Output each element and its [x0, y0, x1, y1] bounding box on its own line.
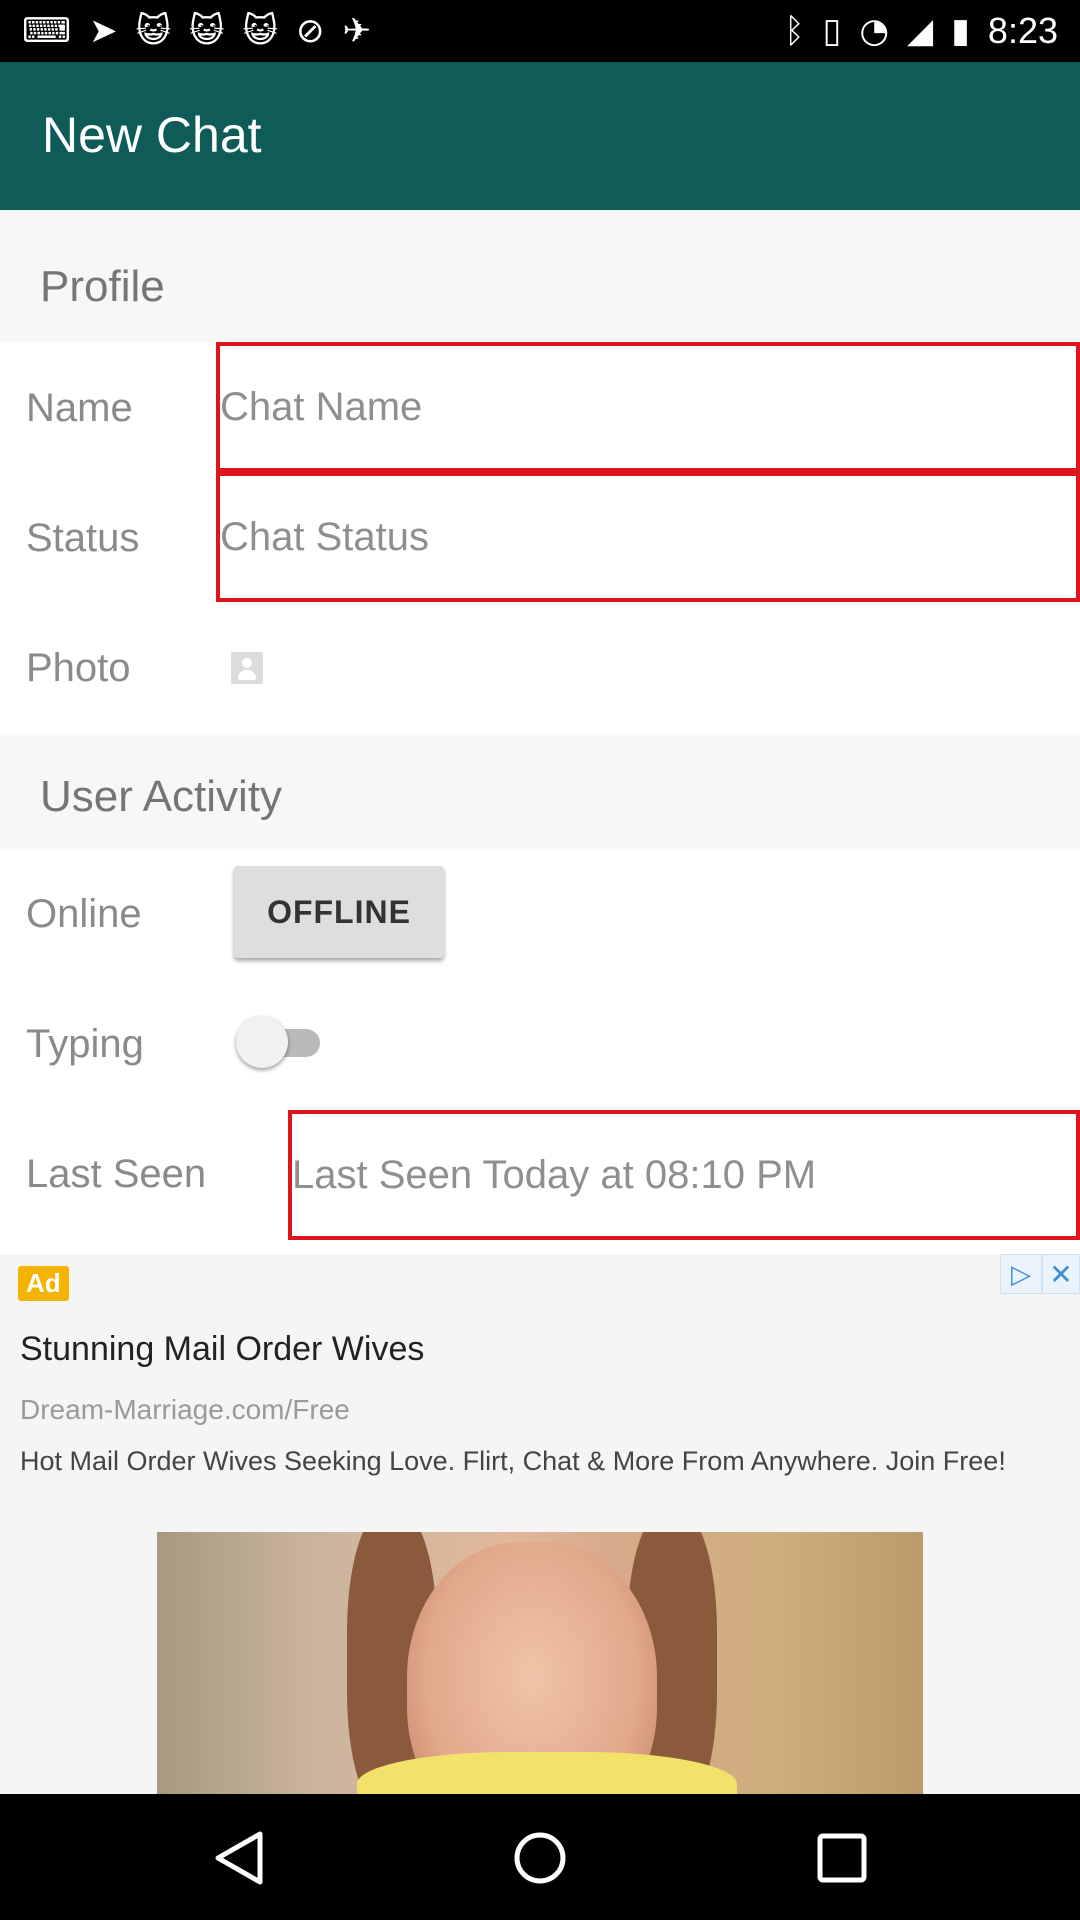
navigation-icon: ➤ [89, 11, 118, 51]
cat-icon: 😺 [135, 11, 172, 51]
cat-icon: 😺 [189, 11, 225, 51]
recent-apps-icon[interactable] [812, 1830, 872, 1886]
user-activity-section-title: User Activity [40, 772, 283, 821]
ad-headline[interactable]: Stunning Mail Order Wives [20, 1330, 424, 1369]
chat-status-input[interactable] [216, 472, 1080, 602]
battery-icon: ▮ [951, 11, 970, 51]
online-label: Online [26, 892, 142, 936]
status-bar-right-icons: ᛒ ▯ ◔ ◢ ▮ 8:23 [784, 10, 1058, 51]
navigation-bar [0, 1794, 1080, 1920]
name-label: Name [26, 386, 133, 430]
status-bar-left-icons: ⌨ ➤ 😺 😺 😺 ⊘ ✈ [22, 12, 371, 50]
last-seen-value: Last Seen Today at 08:10 PM [292, 1152, 817, 1197]
signal-icon: ◢ [907, 11, 934, 51]
status-time: 8:23 [987, 10, 1058, 51]
ad-url[interactable]: Dream-Marriage.com/Free [20, 1394, 350, 1426]
person-head-shape [242, 658, 252, 668]
user-activity-section-header: User Activity [0, 734, 1080, 850]
last-seen-field[interactable]: Last Seen Today at 08:10 PM [288, 1110, 1080, 1240]
ad-banner[interactable]: Ad ▷ ✕ Stunning Mail Order Wives Dream-M… [0, 1254, 1080, 1794]
offline-button[interactable]: OFFLINE [234, 866, 444, 958]
ad-image[interactable] [157, 1532, 923, 1794]
app-bar: New Chat [0, 62, 1080, 210]
typing-toggle-thumb [236, 1016, 288, 1068]
ad-close-icon[interactable]: ✕ [1042, 1254, 1080, 1294]
home-icon[interactable] [510, 1830, 570, 1886]
ad-badge: Ad [18, 1266, 69, 1301]
typing-toggle[interactable] [236, 1016, 328, 1068]
cat-icon: 😺 [242, 11, 278, 51]
status-bar: ⌨ ➤ 😺 😺 😺 ⊘ ✈ ᛒ ▯ ◔ ◢ ▮ 8:23 [0, 0, 1080, 62]
back-icon[interactable] [210, 1830, 270, 1886]
chat-name-input[interactable] [216, 342, 1080, 472]
vibrate-icon: ▯ [822, 11, 842, 51]
photo-label: Photo [26, 646, 131, 690]
blocked-icon: ⊘ [295, 11, 325, 51]
keyboard-icon: ⌨ [22, 11, 72, 51]
status-label: Status [26, 516, 140, 560]
profile-section-title: Profile [40, 262, 165, 311]
bluetooth-icon: ᛒ [784, 11, 805, 51]
last-seen-label: Last Seen [26, 1152, 207, 1196]
ad-image-shirt [357, 1752, 737, 1794]
ad-description: Hot Mail Order Wives Seeking Love. Flirt… [20, 1446, 1006, 1476]
photo-placeholder-icon[interactable] [231, 652, 263, 684]
satellite-icon: ✈ [342, 11, 371, 51]
ad-choices-icon[interactable]: ▷ [1000, 1254, 1042, 1294]
page-title: New Chat [42, 107, 262, 163]
wifi-icon: ◔ [859, 11, 890, 51]
person-body-shape [238, 670, 256, 680]
typing-label: Typing [26, 1022, 144, 1066]
profile-section-header: Profile [0, 210, 1080, 342]
